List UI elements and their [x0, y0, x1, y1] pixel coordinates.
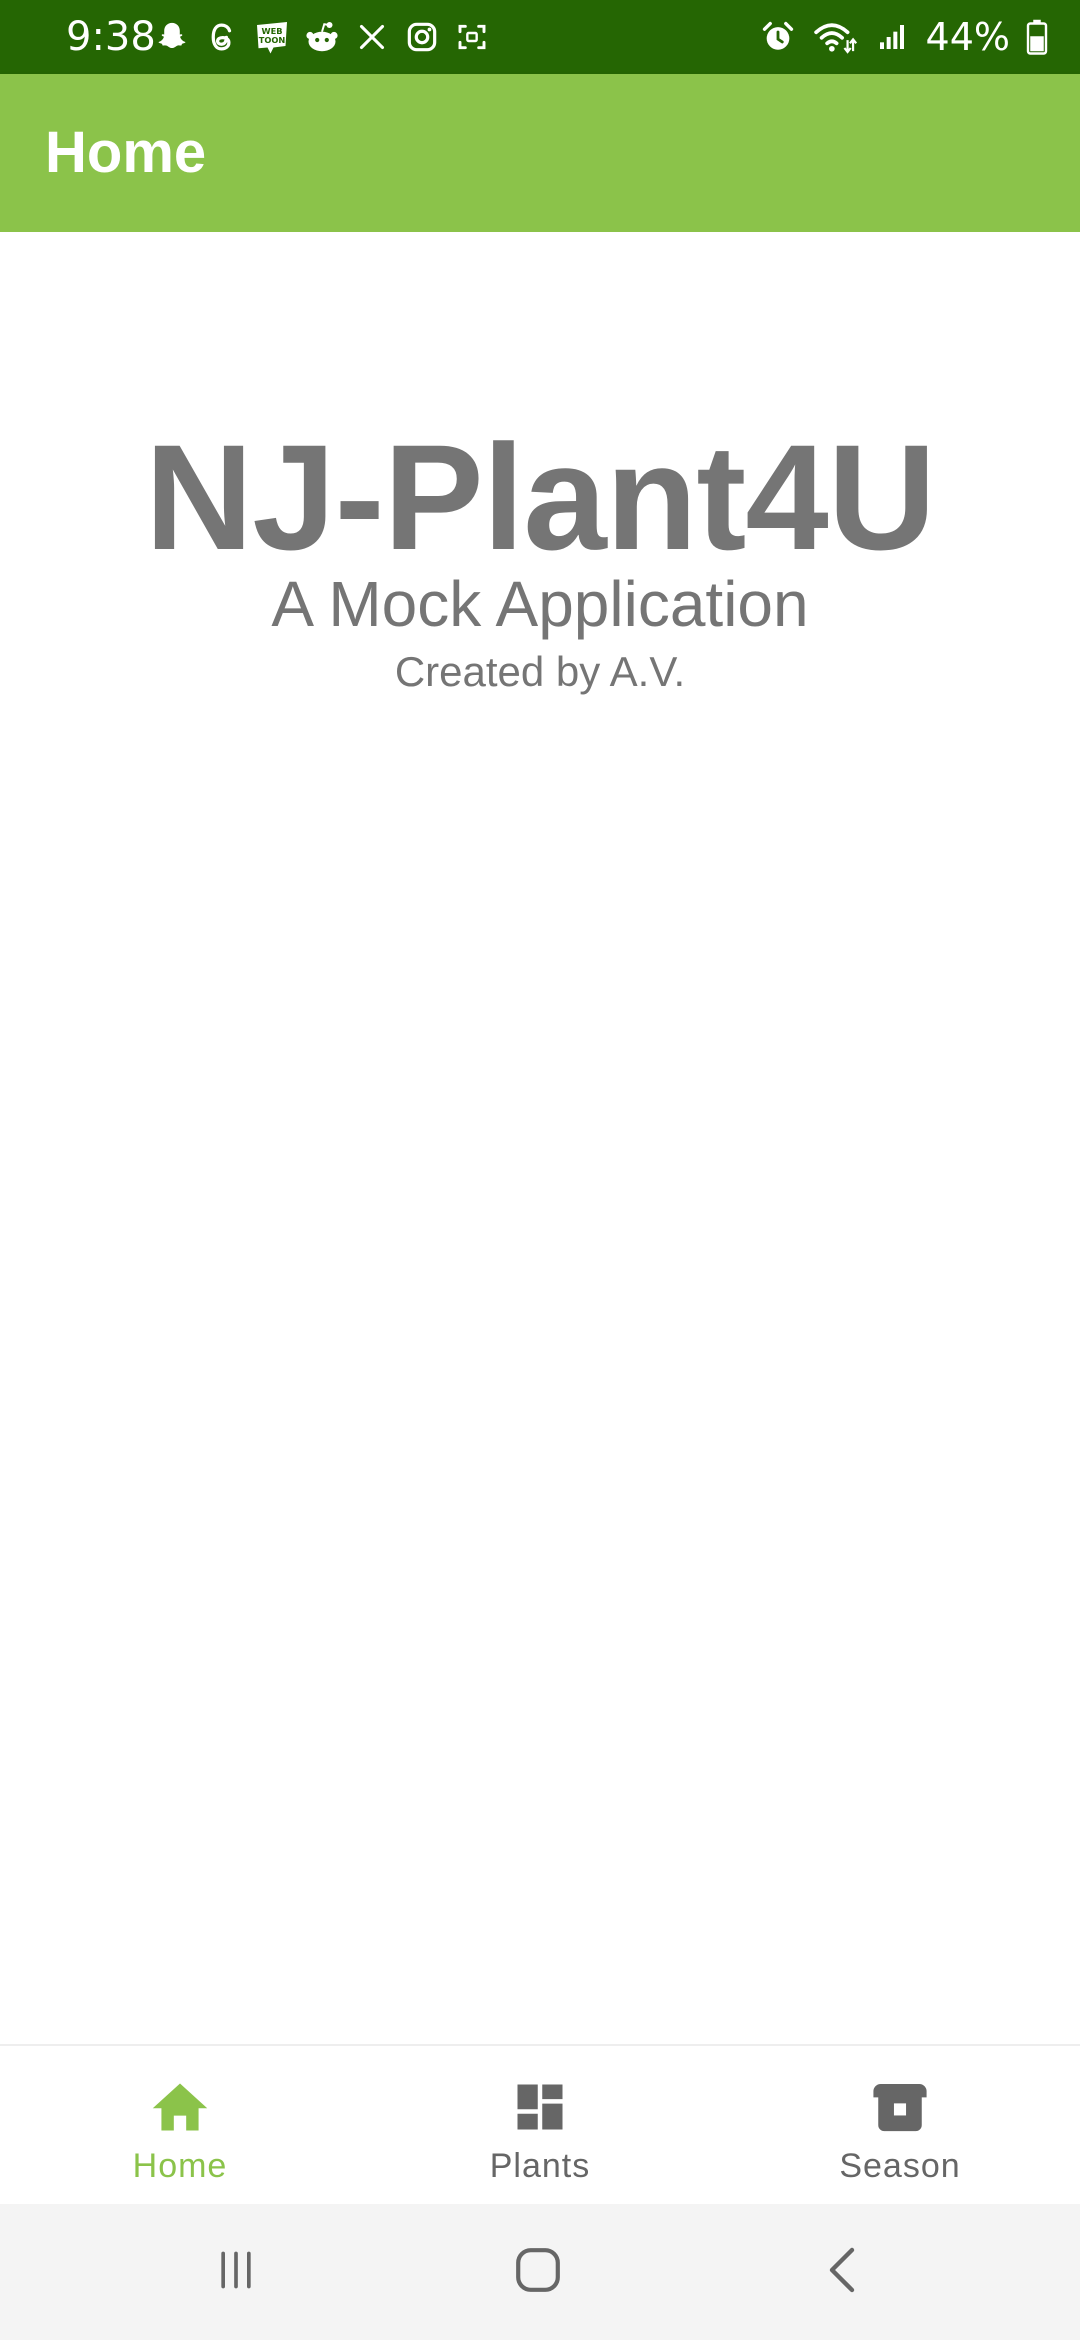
x-icon: [352, 17, 392, 57]
app-subtitle: A Mock Application: [271, 568, 809, 640]
signal-icon: [872, 17, 912, 57]
reddit-icon: [302, 17, 342, 57]
system-status-icons: 44%: [758, 0, 1050, 74]
home-system-button[interactable]: [478, 2204, 598, 2340]
screenshot-icon: [452, 17, 492, 57]
threads-icon: [202, 17, 242, 57]
app-bar: Home: [0, 74, 1080, 232]
status-time: 9:38: [66, 14, 156, 60]
nav-item-plants[interactable]: Plants: [360, 2046, 720, 2206]
nav-item-home[interactable]: Home: [0, 2046, 360, 2206]
home-content: NJ-Plant4U A Mock Application Created by…: [0, 232, 1080, 2044]
nav-label-home: Home: [132, 2147, 228, 2185]
home-icon: [150, 2078, 210, 2136]
instagram-icon: [402, 17, 442, 57]
season-icon: [870, 2078, 930, 2136]
nav-item-season[interactable]: Season: [720, 2046, 1080, 2206]
recent-apps-icon: [214, 2248, 258, 2296]
nav-label-plants: Plants: [489, 2147, 591, 2185]
status-bar: 9:38 WEB TOON 44%: [0, 0, 1080, 74]
system-navigation-bar: [0, 2204, 1080, 2340]
bottom-navigation: Home Plants Season: [0, 2044, 1080, 2206]
svg-text:TOON: TOON: [259, 35, 286, 45]
notification-icons: WEB TOON: [152, 0, 492, 74]
back-icon: [822, 2245, 862, 2299]
back-button[interactable]: [782, 2204, 902, 2340]
snapchat-icon: [152, 17, 192, 57]
app-name-heading: NJ-Plant4U: [144, 413, 936, 581]
nav-label-season: Season: [839, 2147, 961, 2185]
alarm-icon: [758, 17, 798, 57]
battery-icon: [1024, 17, 1050, 57]
battery-percent: 44%: [925, 15, 1010, 59]
webtoon-icon: WEB TOON: [252, 17, 292, 57]
wifi-icon: [812, 17, 858, 57]
page-title: Home: [45, 120, 207, 185]
home-circle-icon: [513, 2245, 563, 2299]
app-credit: Created by A.V.: [394, 648, 686, 695]
recent-apps-button[interactable]: [176, 2204, 296, 2340]
dashboard-icon: [510, 2078, 570, 2136]
